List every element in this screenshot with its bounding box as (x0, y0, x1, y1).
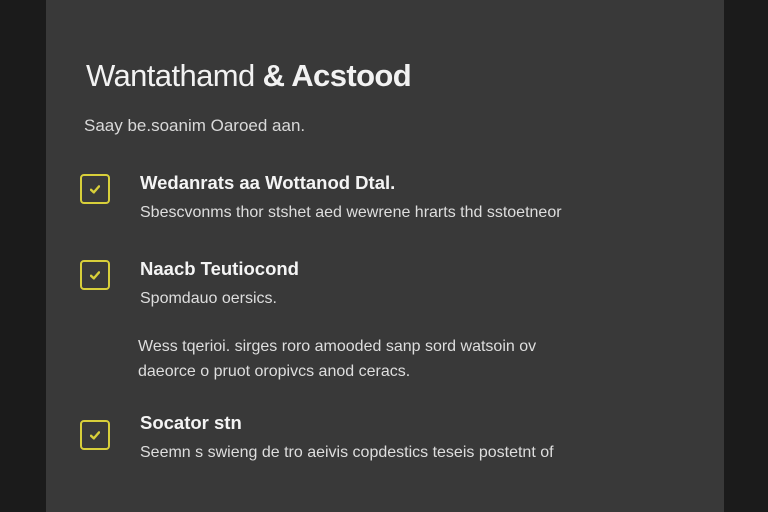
checklist-item-title: Wedanrats aa Wottanod Dtal. (140, 172, 396, 193)
checkmark-icon (90, 431, 100, 440)
page-title: Wantathamd & Acstood (86, 58, 412, 94)
page-title-part1: Wantathamd (86, 58, 263, 93)
checklist-item-description: Spomdauo oersics. (140, 290, 277, 307)
details-line: daeorce o pruot oropivcs anod ceracs. (138, 363, 411, 380)
page: Wantathamd & Acstood Saay be.soanim Oaro… (0, 0, 768, 512)
checkbox[interactable] (80, 260, 110, 290)
details-line: Wess tqerioi. sirges roro amooded sanp s… (138, 338, 537, 355)
page-subtitle: Saay be.soanim Oaroed aan. (84, 116, 306, 135)
checkbox[interactable] (80, 174, 110, 204)
page-title-part2: & Acstood (262, 58, 412, 93)
checkmark-icon (90, 271, 100, 280)
checkmark-icon (90, 185, 100, 194)
checklist-item-description: Seemn s swieng de tro aeivis copdestics … (140, 444, 554, 461)
checklist-item-details: Wess tqerioi. sirges roro amooded sanp s… (138, 334, 536, 384)
checklist-item-title: Socator stn (140, 412, 242, 433)
checkbox[interactable] (80, 420, 110, 450)
checklist-item-title: Naacb Teutiocond (140, 258, 299, 279)
checklist-item-description: Sbescvonms thor stshet aed wewrene hrart… (140, 204, 562, 221)
